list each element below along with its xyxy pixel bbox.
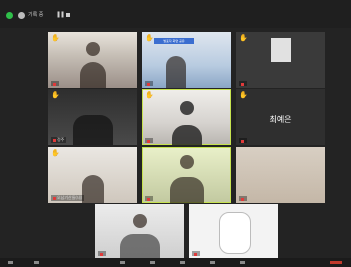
muted-mic-icon xyxy=(100,252,103,256)
video-tile-4[interactable]: ✋ 정주 xyxy=(48,89,137,145)
participant-name-label: 정주 xyxy=(51,137,67,143)
participant-head xyxy=(179,155,194,169)
pause-recording-icon[interactable]: ❚❚ xyxy=(56,11,65,18)
video-tile-10[interactable] xyxy=(95,204,184,258)
blurred-video xyxy=(270,38,291,62)
participants-control-icon[interactable] xyxy=(120,261,125,264)
video-tile-6[interactable]: ✋ 최예은 xyxy=(236,89,325,145)
video-control-icon[interactable] xyxy=(34,261,39,264)
muted-mic-icon xyxy=(147,197,150,201)
security-shield-icon[interactable] xyxy=(6,12,13,19)
raised-hand-icon: ✋ xyxy=(239,34,248,42)
participant-body xyxy=(165,56,186,88)
participant-body xyxy=(171,125,202,145)
muted-mic-icon xyxy=(147,139,150,143)
video-tile-8-active[interactable] xyxy=(142,147,231,203)
raised-hand-icon: ✋ xyxy=(145,91,154,99)
muted-mic-icon xyxy=(241,197,244,201)
participant-name-label xyxy=(145,81,153,86)
participant-head xyxy=(85,42,100,56)
record-control-icon[interactable] xyxy=(210,261,215,264)
participant-name-label xyxy=(239,196,247,201)
muted-mic-icon xyxy=(147,82,150,86)
participant-name-label xyxy=(145,196,153,201)
mute-control-icon[interactable] xyxy=(8,261,13,264)
participant-head xyxy=(132,214,147,228)
participant-name-label xyxy=(239,81,247,86)
recording-label: 기록 중 xyxy=(28,12,44,18)
raised-hand-icon: ✋ xyxy=(51,91,60,99)
meeting-info-icon[interactable] xyxy=(18,12,25,19)
participant-display-name: 최예은 xyxy=(269,115,292,125)
participant-body xyxy=(119,234,160,258)
chat-control-icon[interactable] xyxy=(150,261,155,264)
video-tile-3[interactable]: ✋ xyxy=(236,32,325,88)
video-tile-11[interactable] xyxy=(189,204,278,258)
meeting-controls-bar xyxy=(0,258,351,267)
video-tile-9[interactable] xyxy=(236,147,325,203)
share-banner: 발표자 화면 공유 xyxy=(154,38,194,44)
participant-name-label xyxy=(192,251,200,256)
video-tile-1[interactable]: ✋ xyxy=(48,32,137,88)
muted-mic-icon xyxy=(53,82,56,86)
participant-name-label xyxy=(145,138,153,143)
video-tile-2[interactable]: ✋ 발표자 화면 공유 xyxy=(142,32,231,88)
muted-mic-icon xyxy=(241,82,244,86)
participant-name-label xyxy=(51,81,59,86)
muted-mic-icon xyxy=(53,196,56,200)
raised-hand-icon: ✋ xyxy=(145,34,154,42)
video-tile-5-active[interactable]: ✋ xyxy=(142,89,231,145)
drawing-image xyxy=(219,212,251,254)
video-tile-7[interactable]: ✋ 오남기산들(네) xyxy=(48,147,137,203)
muted-mic-icon xyxy=(53,138,56,142)
end-meeting-button[interactable] xyxy=(330,261,342,264)
raised-hand-icon: ✋ xyxy=(51,34,60,42)
raised-hand-icon: ✋ xyxy=(239,91,248,99)
stop-recording-icon[interactable] xyxy=(66,13,70,17)
participant-body xyxy=(72,115,113,145)
reactions-control-icon[interactable] xyxy=(240,261,245,264)
participant-head xyxy=(179,101,194,115)
participant-body xyxy=(79,62,106,88)
participant-body xyxy=(169,177,204,203)
muted-mic-icon xyxy=(194,252,197,256)
participant-name-label xyxy=(239,138,247,143)
participant-name-label xyxy=(98,251,106,256)
participant-name-label: 오남기산들(네) xyxy=(51,195,85,201)
meeting-top-bar: 기록 중 ❚❚ xyxy=(0,0,351,28)
share-screen-control-icon[interactable] xyxy=(180,261,185,264)
muted-mic-icon xyxy=(241,139,244,143)
participant-body xyxy=(81,175,104,203)
raised-hand-icon: ✋ xyxy=(51,149,60,157)
